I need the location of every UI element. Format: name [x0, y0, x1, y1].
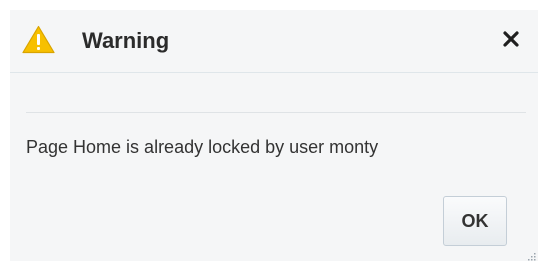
dialog-title: Warning — [82, 28, 170, 53]
close-button[interactable] — [498, 26, 524, 52]
close-icon — [503, 31, 519, 47]
warning-icon — [22, 25, 55, 54]
dialog-divider — [26, 112, 526, 113]
dialog-message: Page Home is already locked by user mont… — [26, 137, 379, 157]
dialog-header: Warning — [10, 10, 538, 73]
resize-grip-icon[interactable] — [526, 248, 536, 261]
ok-button[interactable]: OK — [443, 196, 507, 246]
warning-dialog: Warning Page Home is already locked by u… — [10, 10, 538, 261]
